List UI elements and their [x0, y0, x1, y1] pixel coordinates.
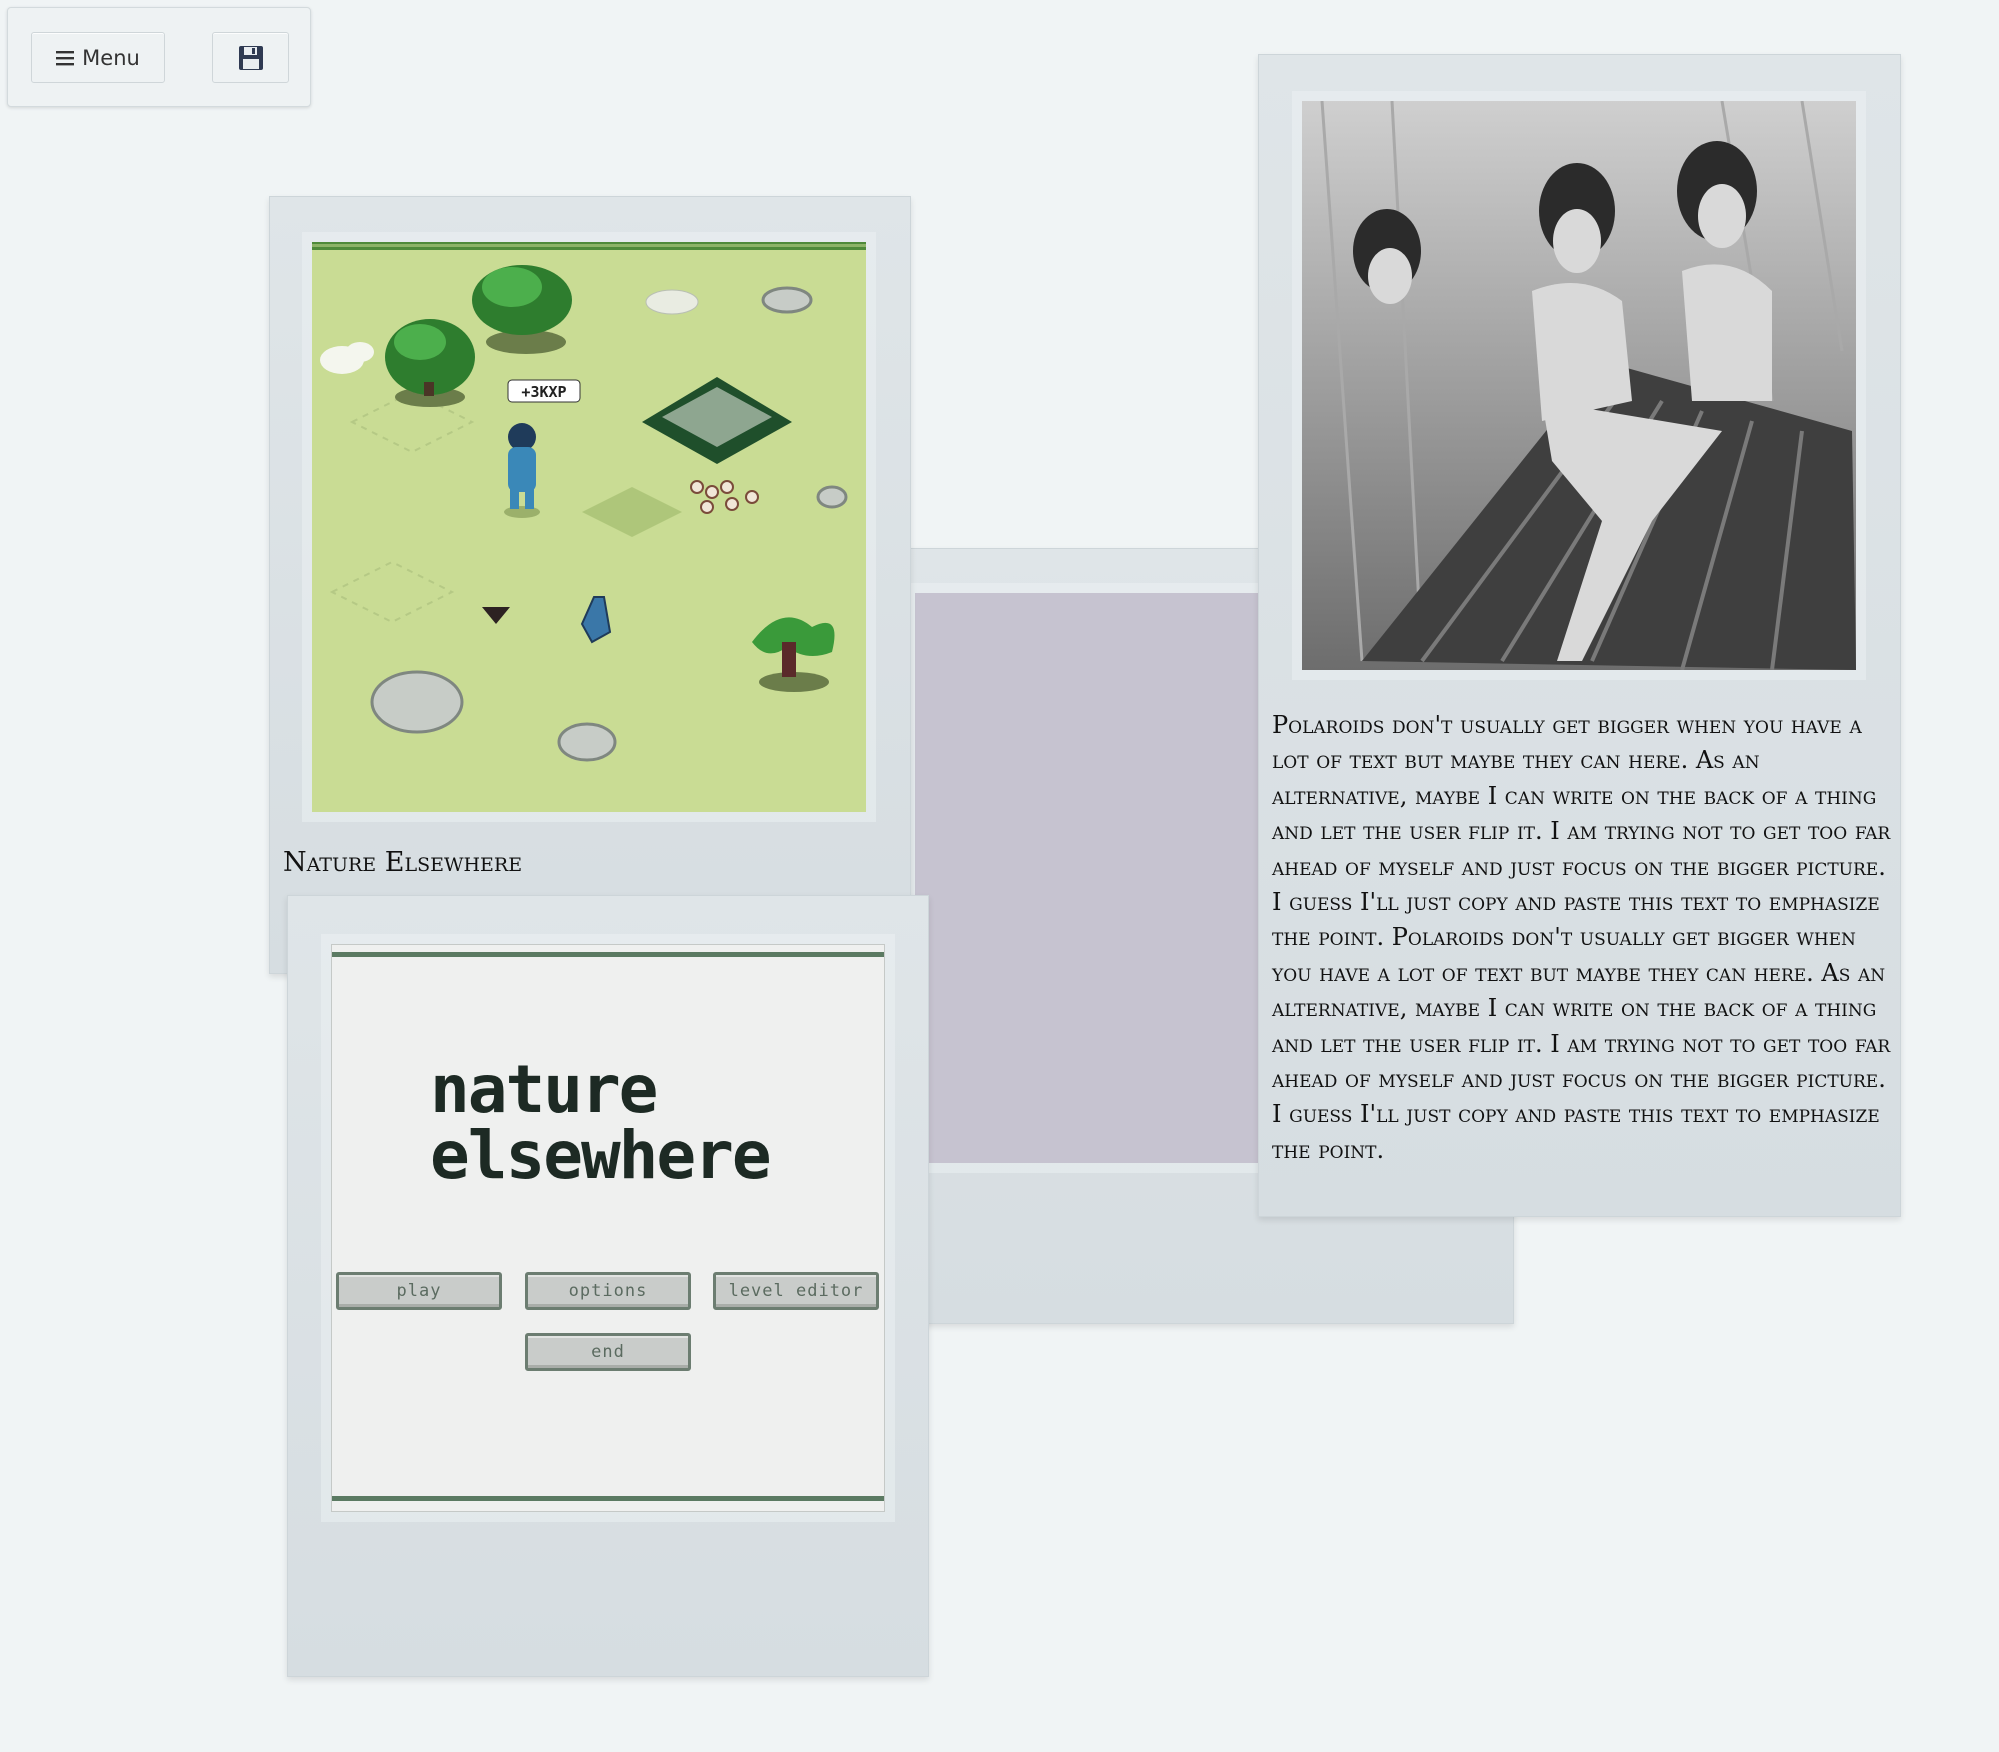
title-bottom-rule [332, 1496, 884, 1501]
game-title: nature elsewhere [430, 1051, 772, 1194]
title-screen-photo: nature elsewhere play options level edit… [331, 944, 885, 1512]
polaroid-long-caption: Polaroids don't usually get bigger when … [1272, 711, 1891, 1164]
menu-label: Menu [82, 45, 140, 70]
game-title-line2: elsewhere [430, 1117, 772, 1194]
hamburger-icon [56, 50, 75, 65]
play-button[interactable]: play [336, 1272, 502, 1310]
menu-button[interactable]: Menu [31, 32, 165, 83]
toolbar: Menu [7, 7, 311, 107]
save-button[interactable] [212, 32, 289, 83]
polaroid-text-card[interactable]: Polaroids don't usually get bigger when … [1258, 54, 1901, 1217]
floppy-disk-icon [238, 45, 263, 70]
end-button[interactable]: end [525, 1333, 691, 1371]
game-map-illustration: +3KXP [312, 242, 866, 762]
game-title-line1: nature [430, 1051, 658, 1128]
game-screenshot: +3KXP [312, 242, 866, 812]
options-button[interactable]: options [525, 1272, 691, 1310]
polaroid-caption: Nature Elsewhere [283, 847, 523, 878]
title-top-rule [332, 952, 884, 957]
vintage-photo [1302, 101, 1856, 670]
xp-popup: +3KXP [521, 383, 566, 401]
polaroid-nature-elsewhere[interactable]: +3KXP Nature Elsewhere [269, 196, 911, 974]
player-character-icon [504, 423, 540, 518]
tree-icon [472, 265, 572, 354]
polaroid-title-screen[interactable]: nature elsewhere play options level edit… [287, 895, 929, 1677]
level-editor-button[interactable]: level editor [713, 1272, 879, 1310]
vintage-photo-illustration [1302, 101, 1856, 670]
